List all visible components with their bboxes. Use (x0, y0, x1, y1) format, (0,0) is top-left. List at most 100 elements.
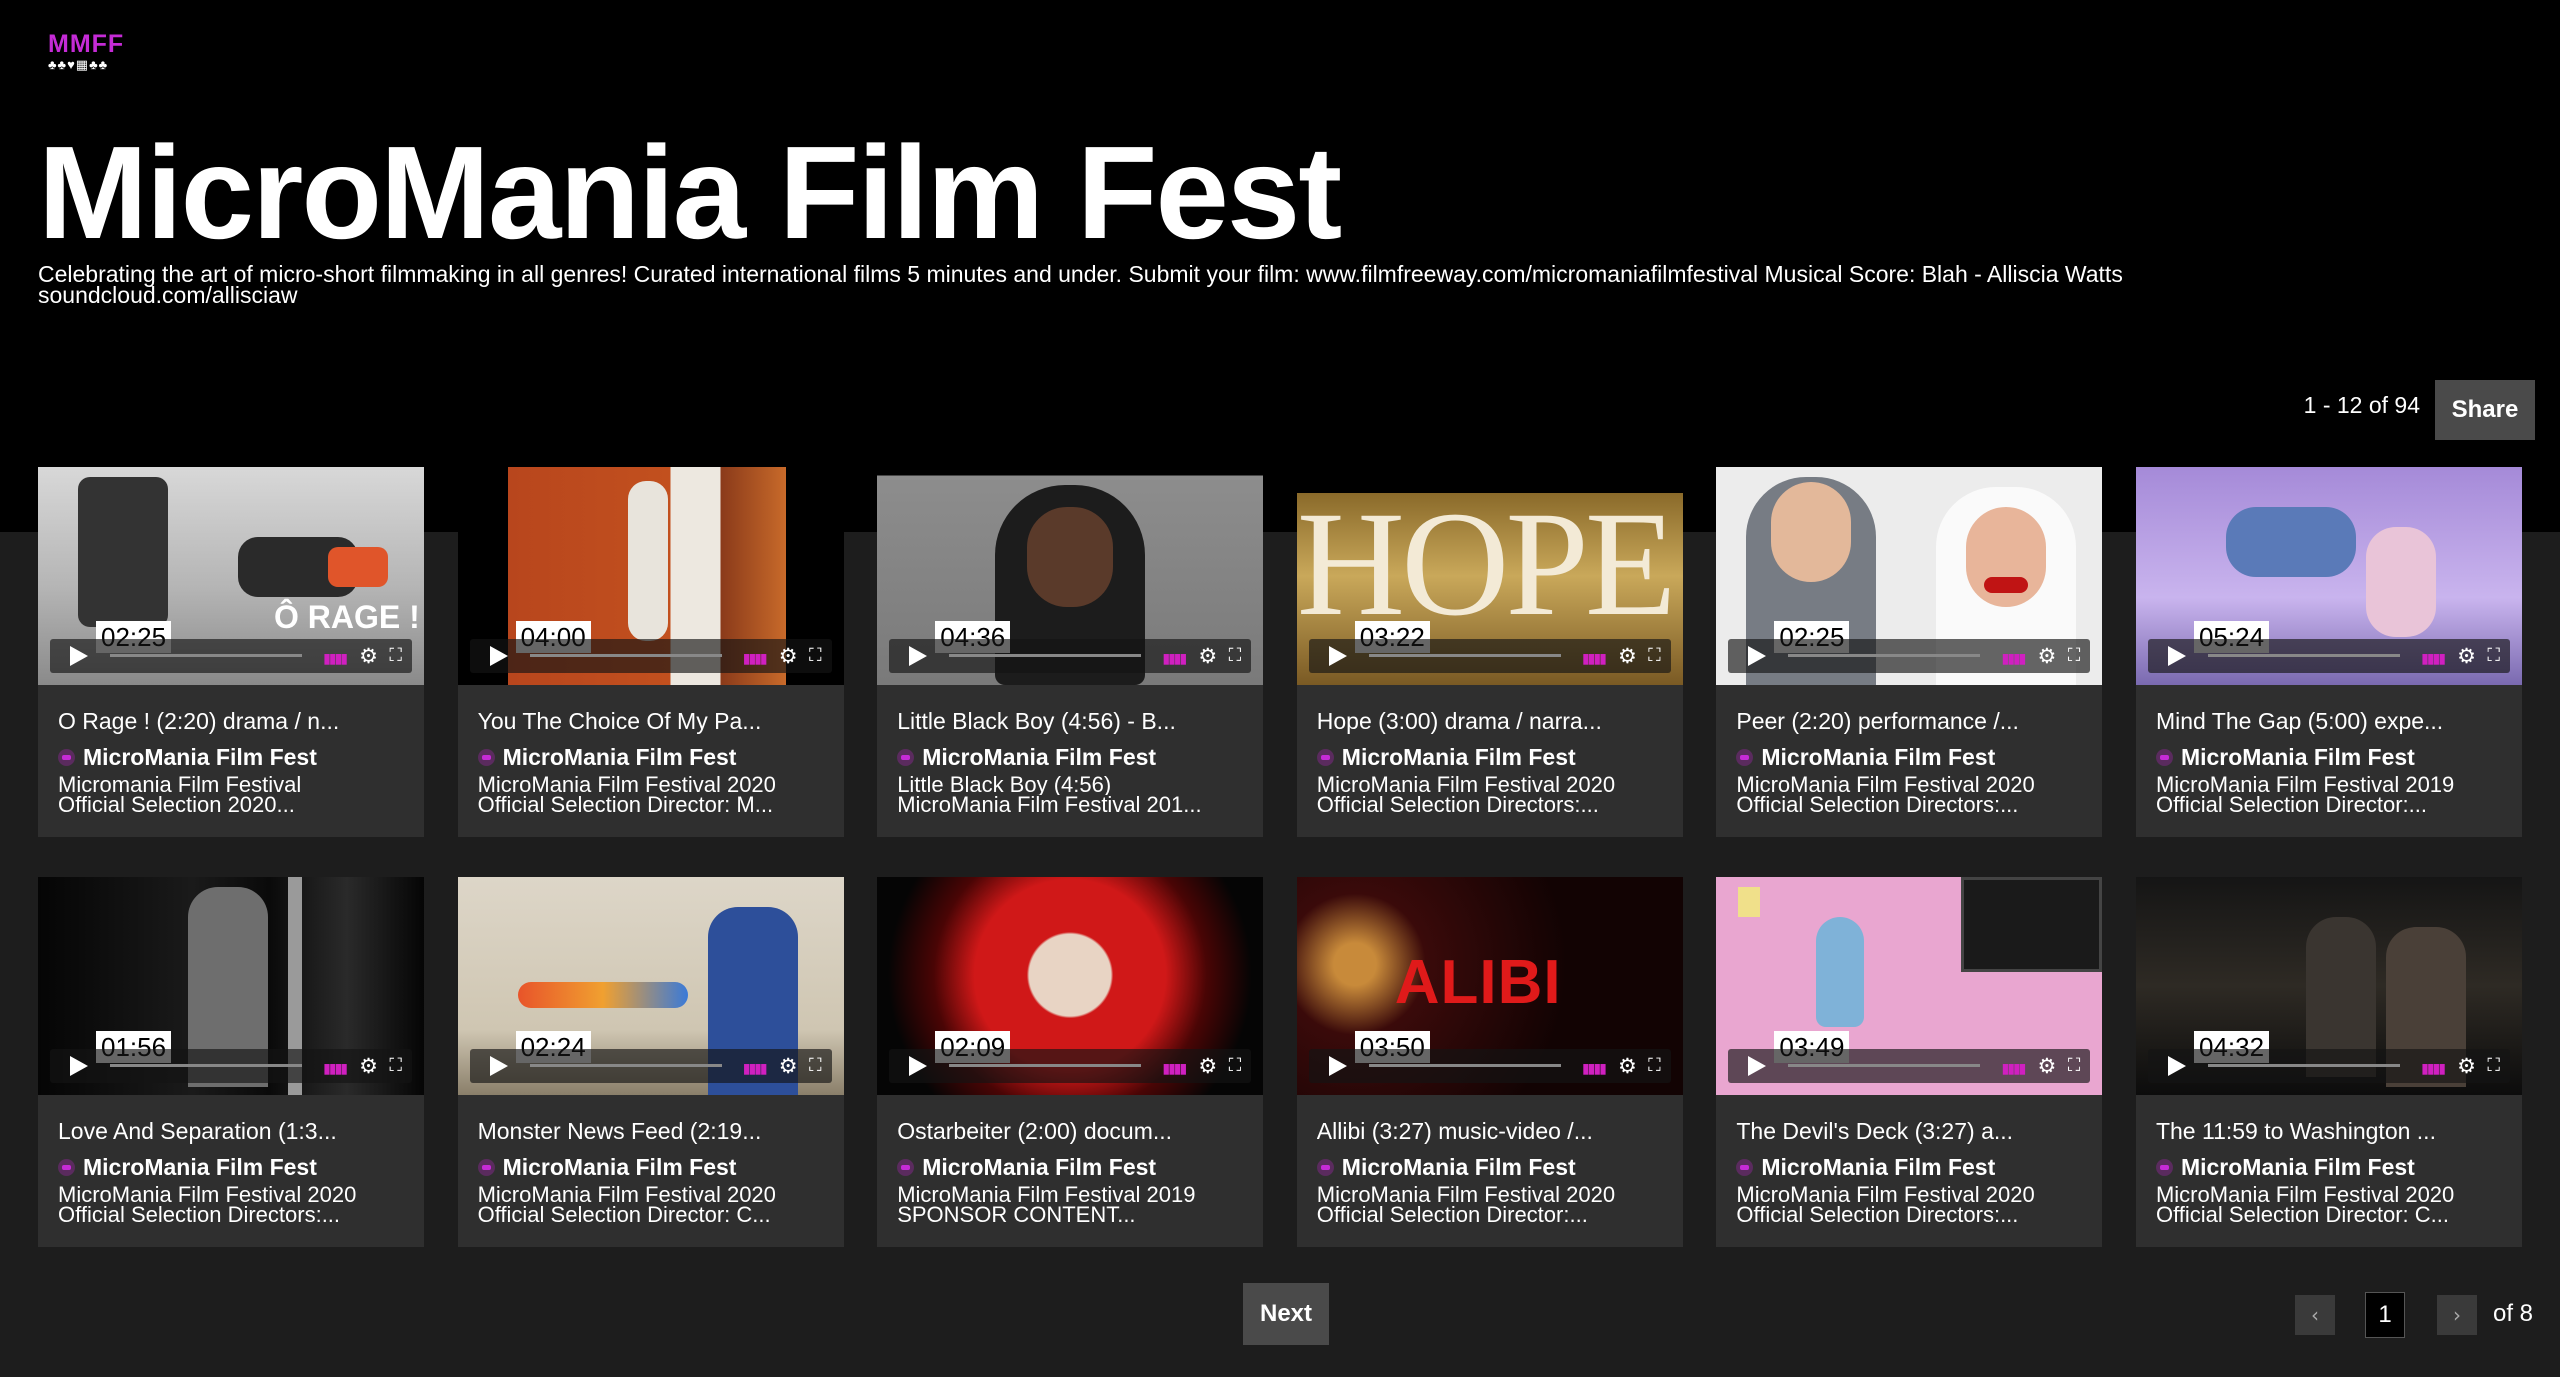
gear-icon[interactable]: ⚙ (2038, 1054, 2057, 1079)
video-thumbnail[interactable]: 02:09 ▮▮▮▮ ⚙ ⛶ (877, 877, 1264, 1095)
video-card[interactable]: 04:00 ▮▮▮▮ ⚙ ⛶ You The Choice Of My Pa..… (457, 467, 844, 837)
video-card[interactable]: 04:36 ▮▮▮▮ ⚙ ⛶ Little Black Boy (4:56) -… (877, 467, 1264, 837)
gear-icon[interactable]: ⚙ (1618, 644, 1637, 669)
fullscreen-icon[interactable]: ⛶ (2068, 645, 2081, 666)
video-title[interactable]: You The Choice Of My Pa... (478, 707, 824, 735)
play-icon[interactable] (1748, 1056, 1767, 1076)
progress-track[interactable] (1368, 1064, 1561, 1067)
next-button[interactable]: Next (1243, 1283, 1329, 1345)
video-title[interactable]: Ostarbeiter (2:00) docum... (897, 1117, 1243, 1145)
channel-link[interactable]: MicroMania Film Fest (897, 1153, 1243, 1181)
page-number-input[interactable] (2365, 1292, 2405, 1338)
gear-icon[interactable]: ⚙ (779, 644, 798, 669)
video-card[interactable]: 01:56 ▮▮▮▮ ⚙ ⛶ Love And Separation (1:3.… (38, 877, 424, 1247)
channel-link[interactable]: MicroMania Film Fest (897, 743, 1243, 771)
gear-icon[interactable]: ⚙ (779, 1054, 798, 1079)
video-card[interactable]: 05:24 ▮▮▮▮ ⚙ ⛶ Mind The Gap (5:00) expe.… (2135, 467, 2522, 837)
play-icon[interactable] (489, 646, 508, 666)
channel-link[interactable]: MicroMania Film Fest (2155, 1153, 2502, 1181)
play-icon[interactable] (2167, 646, 2186, 666)
volume-icon[interactable]: ▮▮▮▮ (1582, 1060, 1607, 1077)
progress-track[interactable] (1788, 1064, 1981, 1067)
gear-icon[interactable]: ⚙ (2038, 644, 2057, 669)
video-card[interactable]: 02:24 ▮▮▮▮ ⚙ ⛶ Monster News Feed (2:19..… (457, 877, 844, 1247)
volume-icon[interactable]: ▮▮▮▮ (2002, 1060, 2027, 1077)
video-title[interactable]: Love And Separation (1:3... (58, 1117, 404, 1145)
progress-track[interactable] (949, 654, 1142, 657)
play-icon[interactable] (489, 1056, 508, 1076)
video-card[interactable]: Ô RAGE ! 02:25 ▮▮▮▮ ⚙ ⛶ O Rage ! (2:20) … (38, 467, 424, 837)
video-card[interactable]: ALIBI 03:50 ▮▮▮▮ ⚙ ⛶ Allibi (3:27) music… (1296, 877, 1683, 1247)
video-title[interactable]: The Devil's Deck (3:27) a... (1736, 1117, 2082, 1145)
next-page-icon[interactable]: › (2437, 1295, 2477, 1335)
video-thumbnail[interactable]: 02:25 ▮▮▮▮ ⚙ ⛶ (1716, 467, 2103, 685)
fullscreen-icon[interactable]: ⛶ (2487, 645, 2500, 666)
progress-track[interactable] (529, 654, 722, 657)
channel-link[interactable]: MicroMania Film Fest (477, 1153, 824, 1181)
play-icon[interactable] (909, 1056, 928, 1076)
progress-track[interactable] (949, 1064, 1142, 1067)
fullscreen-icon[interactable]: ⛶ (389, 1055, 402, 1076)
fullscreen-icon[interactable]: ⛶ (1648, 645, 1661, 666)
volume-icon[interactable]: ▮▮▮▮ (743, 1060, 768, 1077)
play-icon[interactable] (1328, 1056, 1347, 1076)
volume-icon[interactable]: ▮▮▮▮ (323, 650, 348, 667)
video-card[interactable]: 04:32 ▮▮▮▮ ⚙ ⛶ The 11:59 to Washington .… (2135, 877, 2522, 1247)
fullscreen-icon[interactable]: ⛶ (809, 645, 822, 666)
progress-track[interactable] (1368, 654, 1561, 657)
video-thumbnail[interactable]: Ô RAGE ! 02:25 ▮▮▮▮ ⚙ ⛶ (38, 467, 424, 685)
fullscreen-icon[interactable]: ⛶ (1648, 1055, 1661, 1076)
gear-icon[interactable]: ⚙ (359, 1054, 378, 1079)
channel-link[interactable]: MicroMania Film Fest (2155, 743, 2502, 771)
progress-track[interactable] (1788, 654, 1981, 657)
video-title[interactable]: O Rage ! (2:20) drama / n... (58, 707, 404, 735)
video-title[interactable]: Peer (2:20) performance /... (1736, 707, 2082, 735)
video-thumbnail[interactable]: HOPE 03:22 ▮▮▮▮ ⚙ ⛶ (1296, 467, 1683, 685)
video-card[interactable]: 02:09 ▮▮▮▮ ⚙ ⛶ Ostarbeiter (2:00) docum.… (877, 877, 1264, 1247)
video-card[interactable]: 02:25 ▮▮▮▮ ⚙ ⛶ Peer (2:20) performance /… (1716, 467, 2103, 837)
video-title[interactable]: Allibi (3:27) music-video /... (1317, 1117, 1663, 1145)
play-icon[interactable] (70, 646, 88, 666)
progress-track[interactable] (2207, 1064, 2400, 1067)
fullscreen-icon[interactable]: ⛶ (1229, 1055, 1242, 1076)
volume-icon[interactable]: ▮▮▮▮ (1162, 1060, 1187, 1077)
fullscreen-icon[interactable]: ⛶ (809, 1055, 822, 1076)
channel-link[interactable]: MicroMania Film Fest (1736, 743, 2082, 771)
video-title[interactable]: The 11:59 to Washington ... (2156, 1117, 2502, 1145)
video-thumbnail[interactable]: 04:36 ▮▮▮▮ ⚙ ⛶ (877, 467, 1264, 685)
video-title[interactable]: Mind The Gap (5:00) expe... (2156, 707, 2502, 735)
volume-icon[interactable]: ▮▮▮▮ (2421, 650, 2446, 667)
video-thumbnail[interactable]: 01:56 ▮▮▮▮ ⚙ ⛶ (38, 877, 424, 1095)
gear-icon[interactable]: ⚙ (1618, 1054, 1637, 1079)
channel-link[interactable]: MicroMania Film Fest (58, 743, 404, 771)
fullscreen-icon[interactable]: ⛶ (1229, 645, 1242, 666)
play-icon[interactable] (2167, 1056, 2186, 1076)
share-button[interactable]: Share (2435, 380, 2535, 440)
play-icon[interactable] (1748, 646, 1767, 666)
video-thumbnail[interactable]: 05:24 ▮▮▮▮ ⚙ ⛶ (2135, 467, 2522, 685)
video-title[interactable]: Little Black Boy (4:56) - B... (897, 707, 1243, 735)
video-title[interactable]: Hope (3:00) drama / narra... (1317, 707, 1663, 735)
video-thumbnail[interactable]: 02:24 ▮▮▮▮ ⚙ ⛶ (457, 877, 844, 1095)
gear-icon[interactable]: ⚙ (359, 644, 378, 669)
channel-link[interactable]: MicroMania Film Fest (477, 743, 824, 771)
channel-link[interactable]: MicroMania Film Fest (1316, 743, 1663, 771)
video-thumbnail[interactable]: 04:00 ▮▮▮▮ ⚙ ⛶ (457, 467, 844, 685)
volume-icon[interactable]: ▮▮▮▮ (1162, 650, 1187, 667)
gear-icon[interactable]: ⚙ (1198, 644, 1217, 669)
video-thumbnail[interactable]: 03:49 ▮▮▮▮ ⚙ ⛶ (1716, 877, 2103, 1095)
channel-logo[interactable]: MMFF ♣♣♥▦♣♣ (48, 30, 132, 74)
fullscreen-icon[interactable]: ⛶ (2068, 1055, 2081, 1076)
gear-icon[interactable]: ⚙ (2457, 1054, 2476, 1079)
gear-icon[interactable]: ⚙ (1198, 1054, 1217, 1079)
fullscreen-icon[interactable]: ⛶ (2487, 1055, 2500, 1076)
progress-track[interactable] (529, 1064, 722, 1067)
play-icon[interactable] (1328, 646, 1347, 666)
prev-page-icon[interactable]: ‹ (2295, 1295, 2335, 1335)
video-card[interactable]: HOPE 03:22 ▮▮▮▮ ⚙ ⛶ Hope (3:00) drama / … (1296, 467, 1683, 837)
channel-link[interactable]: MicroMania Film Fest (1736, 1153, 2082, 1181)
progress-track[interactable] (2207, 654, 2400, 657)
play-icon[interactable] (909, 646, 928, 666)
channel-link[interactable]: MicroMania Film Fest (58, 1153, 404, 1181)
progress-track[interactable] (110, 654, 302, 657)
